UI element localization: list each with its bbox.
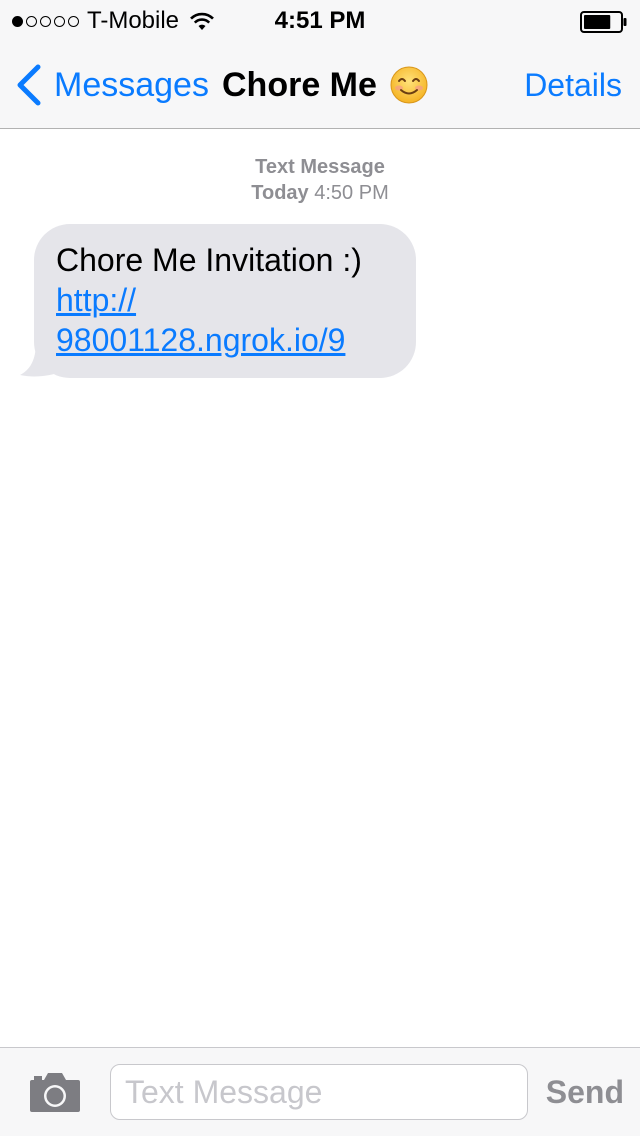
message-bubble[interactable]: Chore Me Invitation :) http:// 98001128.… xyxy=(34,224,416,378)
conversation-title: Chore Me xyxy=(222,60,429,110)
message-input[interactable] xyxy=(110,1064,528,1120)
battery-icon xyxy=(580,11,627,33)
camera-icon[interactable] xyxy=(28,1070,82,1114)
chevron-left-icon xyxy=(17,64,41,106)
incoming-message: Chore Me Invitation :) http:// 98001128.… xyxy=(20,224,416,378)
smiling-face-icon xyxy=(390,66,428,104)
status-time: 4:51 PM xyxy=(274,7,366,34)
back-button[interactable]: Messages xyxy=(14,60,209,110)
message-text: Chore Me Invitation :) xyxy=(56,242,362,278)
details-button[interactable]: Details xyxy=(524,60,622,110)
date-time-label: Today 4:50 PM xyxy=(0,180,640,206)
time-label: 4:50 PM xyxy=(314,182,389,204)
message-link[interactable]: http:// 98001128.ngrok.io/9 xyxy=(56,280,394,360)
back-button-label: Messages xyxy=(54,65,209,104)
messages-screen: T-Mobile 4:51 PM Messages Chore Me Detai… xyxy=(0,0,640,1136)
message-link-line2: 98001128.ngrok.io/9 xyxy=(56,322,346,358)
top-bar: T-Mobile 4:51 PM Messages Chore Me Detai… xyxy=(0,0,640,129)
service-label: Text Message xyxy=(255,156,385,178)
conversation-title-text: Chore Me xyxy=(222,65,377,104)
composer-bar: Send xyxy=(0,1047,640,1136)
day-label: Today xyxy=(251,182,309,204)
message-link-line1: http:// xyxy=(56,282,137,318)
message-timestamp: Text Message Today 4:50 PM xyxy=(0,154,640,206)
send-button[interactable]: Send xyxy=(546,1064,624,1120)
